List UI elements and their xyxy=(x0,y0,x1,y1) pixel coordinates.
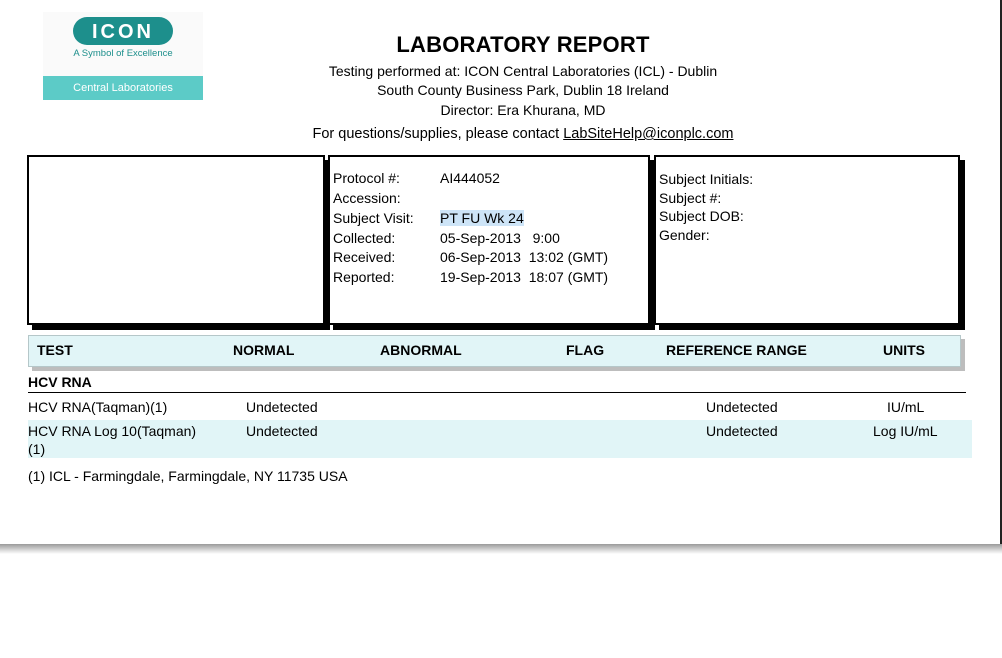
footnote: (1) ICL - Farmingdale, Farmingdale, NY 1… xyxy=(28,468,348,484)
test-name: HCV RNA Log 10(Taqman) xyxy=(28,423,197,439)
subject-box: Subject Initials: Subject #: Subject DOB… xyxy=(654,155,960,325)
received-label: Received: xyxy=(333,249,396,265)
contact-email-link[interactable]: LabSiteHelp@iconplc.com xyxy=(563,126,733,142)
header-units: UNITS xyxy=(883,342,925,358)
header-test: TEST xyxy=(37,342,73,358)
testing-location-line: Testing performed at: ICON Central Labor… xyxy=(328,63,718,79)
protocol-box: Protocol #: AI444052 Accession: Subject … xyxy=(328,155,650,325)
reference-range: Undetected xyxy=(706,423,778,439)
header-normal: NORMAL xyxy=(233,342,295,358)
table-row: HCV RNA Log 10(Taqman) (1) Undetected Un… xyxy=(28,420,972,458)
section-divider xyxy=(28,392,966,393)
units: Log IU/mL xyxy=(873,423,938,439)
header-reference-range: REFERENCE RANGE xyxy=(666,342,807,358)
reported-value: 19-Sep-2013 18:07 (GMT) xyxy=(440,269,609,285)
section-title: HCV RNA xyxy=(28,374,92,390)
subject-dob-label: Subject DOB: xyxy=(659,208,744,224)
test-name-footnote: (1) xyxy=(28,441,46,457)
contact-prefix: For questions/supplies, please contact xyxy=(312,126,564,142)
subject-visit-value: PT FU Wk 24 xyxy=(440,210,524,226)
collected-value: 05-Sep-2013 9:00 xyxy=(440,230,560,246)
header-flag: FLAG xyxy=(566,342,605,358)
subject-initials-label: Subject Initials: xyxy=(659,171,754,187)
protocol-label: Protocol #: xyxy=(333,170,400,186)
header-abnormal: ABNORMAL xyxy=(380,342,462,358)
subject-number-label: Subject #: xyxy=(659,190,722,206)
page-bottom-edge xyxy=(0,544,1002,554)
reported-label: Reported: xyxy=(333,269,395,285)
normal-value: Undetected xyxy=(246,423,318,439)
gender-label: Gender: xyxy=(659,227,710,243)
test-name: HCV RNA(Taqman)(1) xyxy=(28,399,168,415)
units: IU/mL xyxy=(887,399,925,415)
address-line: South County Business Park, Dublin 18 Ir… xyxy=(377,82,669,98)
reference-range: Undetected xyxy=(706,399,778,415)
received-value: 06-Sep-2013 13:02 (GMT) xyxy=(440,249,609,265)
accession-label: Accession: xyxy=(333,190,401,206)
normal-value: Undetected xyxy=(246,399,318,415)
table-row: HCV RNA(Taqman)(1) Undetected Undetected… xyxy=(28,397,972,419)
report-title: LABORATORY REPORT xyxy=(396,32,650,57)
contact-line: For questions/supplies, please contact L… xyxy=(0,126,1002,142)
report-page: ICON A Symbol of Excellence Central Labo… xyxy=(0,0,1002,546)
results-table-header: TEST NORMAL ABNORMAL FLAG REFERENCE RANG… xyxy=(28,335,961,367)
subject-visit-label: Subject Visit: xyxy=(333,210,414,226)
collected-label: Collected: xyxy=(333,230,396,246)
site-address-box xyxy=(27,155,325,325)
director-line: Director: Era Khurana, MD xyxy=(440,102,606,118)
protocol-value: AI444052 xyxy=(440,170,500,186)
